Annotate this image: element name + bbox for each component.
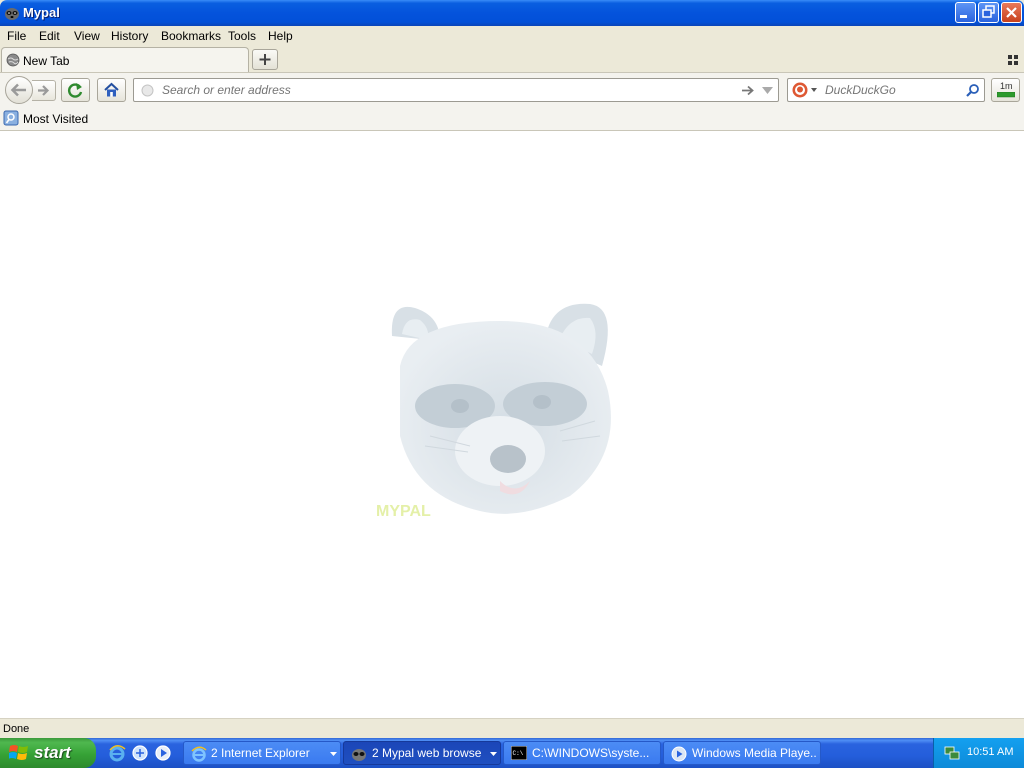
cmd-icon: C:\	[511, 746, 527, 760]
task-button-command-prompt[interactable]: C:\ C:\WINDOWS\syste...	[503, 741, 661, 765]
back-button[interactable]	[5, 76, 33, 104]
task-label: Windows Media Playe...	[692, 746, 817, 760]
windows-logo-icon	[9, 745, 28, 760]
menu-history[interactable]: History	[111, 29, 148, 43]
menu-bar: File Edit View History Bookmarks Tools H…	[0, 26, 1024, 46]
title-bar[interactable]: Mypal	[0, 0, 1024, 26]
menu-file[interactable]: File	[7, 29, 26, 43]
addon-label: 1m	[1000, 81, 1013, 91]
clock[interactable]: 10:51 AM	[967, 746, 1013, 758]
taskbar: start 2 Internet Explorer 2 Mypal web br…	[0, 738, 1024, 768]
window-title: Mypal	[23, 5, 60, 20]
quick-launch-ie-icon[interactable]	[108, 744, 126, 762]
url-input[interactable]	[160, 82, 724, 98]
list-all-tabs-icon[interactable]	[1008, 55, 1018, 65]
task-label: C:\WINDOWS\syste...	[532, 746, 650, 760]
home-icon	[104, 82, 119, 97]
search-input[interactable]	[823, 82, 962, 98]
search-bar[interactable]	[787, 78, 985, 102]
menu-bookmarks[interactable]: Bookmarks	[161, 29, 221, 43]
page-identity-icon	[141, 84, 154, 97]
addon-meter-icon	[997, 92, 1015, 98]
forward-arrow-icon	[38, 85, 50, 96]
reload-icon	[68, 83, 83, 98]
addon-button[interactable]: 1m	[991, 78, 1020, 102]
bookmark-most-visited[interactable]: Most Visited	[3, 110, 88, 126]
restore-icon	[982, 5, 995, 18]
task-button-media-player[interactable]: Windows Media Playe...	[663, 741, 821, 765]
task-label: 2 Internet Explorer	[211, 746, 310, 760]
svg-text:C:\: C:\	[513, 750, 524, 757]
home-button[interactable]	[97, 78, 126, 102]
plus-icon	[259, 54, 271, 65]
most-visited-folder-icon	[3, 110, 19, 126]
search-icon[interactable]	[966, 83, 980, 97]
menu-view[interactable]: View	[74, 29, 100, 43]
mypal-raccoon-logo: MYPAL	[376, 303, 611, 520]
mypal-icon	[352, 749, 366, 761]
search-engine-dropdown-icon[interactable]	[811, 88, 817, 92]
close-icon	[1006, 7, 1017, 18]
menu-edit[interactable]: Edit	[39, 29, 60, 43]
quick-launch-media-player-icon[interactable]	[154, 744, 172, 762]
new-tab-button[interactable]	[252, 49, 278, 70]
duckduckgo-icon[interactable]	[792, 82, 808, 98]
minimize-button[interactable]	[955, 2, 976, 23]
tab-new-tab[interactable]: New Tab	[1, 47, 249, 72]
menu-tools[interactable]: Tools	[228, 29, 256, 43]
bookmark-label: Most Visited	[23, 112, 89, 126]
tab-strip: New Tab	[0, 46, 1024, 72]
task-button-mypal[interactable]: 2 Mypal web browser	[343, 741, 501, 765]
go-arrow-icon[interactable]	[741, 84, 755, 97]
bookmarks-toolbar: Most Visited	[0, 106, 1024, 131]
network-icon[interactable]	[944, 745, 960, 761]
group-dropdown-icon	[330, 752, 337, 756]
task-label: 2 Mypal web browser	[372, 746, 482, 760]
task-button-internet-explorer[interactable]: 2 Internet Explorer	[183, 741, 341, 765]
system-tray: 10:51 AM	[933, 738, 1024, 768]
forward-button[interactable]	[32, 80, 56, 101]
close-button[interactable]	[1001, 2, 1022, 23]
mypal-app-icon[interactable]	[4, 5, 20, 21]
restore-button[interactable]	[978, 2, 999, 23]
minimize-icon	[960, 15, 967, 18]
globe-icon	[6, 53, 20, 67]
status-bar: Done	[0, 718, 1024, 738]
url-bar[interactable]	[133, 78, 779, 102]
page-content[interactable]: MYPAL	[0, 131, 1024, 718]
menu-help[interactable]: Help	[268, 29, 293, 43]
ie-icon	[191, 746, 207, 762]
quick-launch-desktop-icon[interactable]	[131, 744, 149, 762]
start-label: start	[34, 743, 71, 762]
reload-button[interactable]	[61, 78, 90, 102]
status-text: Done	[3, 723, 30, 735]
history-dropdown-icon[interactable]	[762, 87, 773, 94]
mypal-logo-text: MYPAL	[376, 503, 431, 520]
back-arrow-icon	[10, 83, 26, 97]
navigation-toolbar: 1m	[0, 72, 1024, 106]
start-button[interactable]: start	[0, 738, 96, 768]
tab-label: New Tab	[23, 54, 70, 68]
media-player-icon	[671, 746, 687, 762]
group-dropdown-icon	[490, 752, 497, 756]
